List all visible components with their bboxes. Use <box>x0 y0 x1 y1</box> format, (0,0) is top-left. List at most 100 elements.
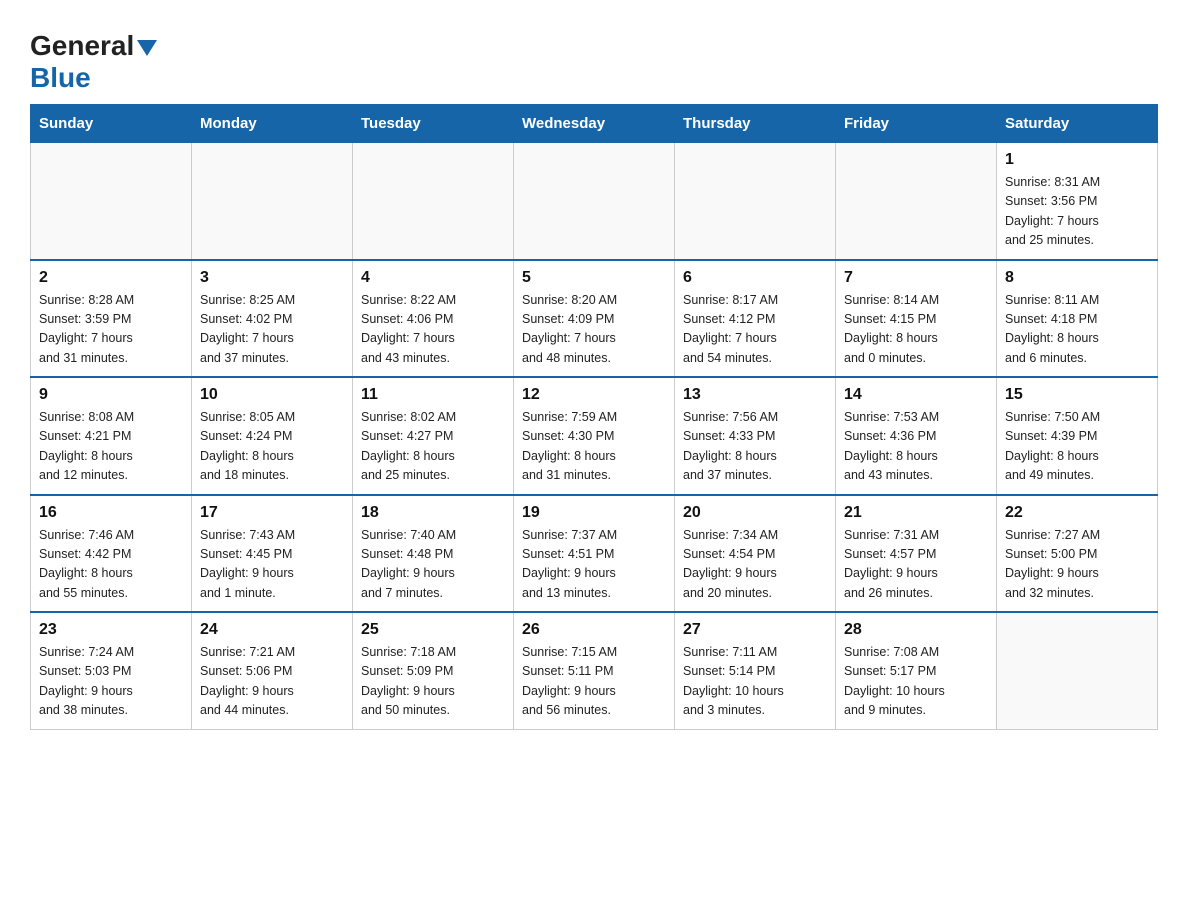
calendar-cell <box>836 143 997 260</box>
calendar-cell: 21 Sunrise: 7:31 AM Sunset: 4:57 PM Dayli… <box>836 495 997 613</box>
day-info: Sunrise: 7:24 AM Sunset: 5:03 PM Dayligh… <box>39 643 183 721</box>
weekday-header-row: SundayMondayTuesdayWednesdayThursdayFrid… <box>31 105 1158 143</box>
calendar-cell: 1 Sunrise: 8:31 AM Sunset: 3:56 PM Daylig… <box>997 143 1158 260</box>
calendar-cell: 8 Sunrise: 8:11 AM Sunset: 4:18 PM Daylig… <box>997 260 1158 378</box>
calendar-cell: 26 Sunrise: 7:15 AM Sunset: 5:11 PM Dayli… <box>514 612 675 729</box>
day-info: Sunrise: 7:50 AM Sunset: 4:39 PM Dayligh… <box>1005 408 1149 486</box>
day-info: Sunrise: 8:08 AM Sunset: 4:21 PM Dayligh… <box>39 408 183 486</box>
day-number: 21 <box>844 504 988 522</box>
calendar-week-row: 16 Sunrise: 7:46 AM Sunset: 4:42 PM Dayli… <box>31 495 1158 613</box>
logo-triangle-icon <box>137 40 157 56</box>
day-info: Sunrise: 7:08 AM Sunset: 5:17 PM Dayligh… <box>844 643 988 721</box>
day-info: Sunrise: 7:53 AM Sunset: 4:36 PM Dayligh… <box>844 408 988 486</box>
calendar-table: SundayMondayTuesdayWednesdayThursdayFrid… <box>30 104 1158 730</box>
day-number: 26 <box>522 621 666 639</box>
calendar-cell: 13 Sunrise: 7:56 AM Sunset: 4:33 PM Dayli… <box>675 377 836 495</box>
day-number: 16 <box>39 504 183 522</box>
calendar-cell: 14 Sunrise: 7:53 AM Sunset: 4:36 PM Dayli… <box>836 377 997 495</box>
calendar-cell: 11 Sunrise: 8:02 AM Sunset: 4:27 PM Dayli… <box>353 377 514 495</box>
weekday-header-monday: Monday <box>192 105 353 143</box>
day-number: 3 <box>200 269 344 287</box>
weekday-header-tuesday: Tuesday <box>353 105 514 143</box>
calendar-cell <box>514 143 675 260</box>
weekday-header-thursday: Thursday <box>675 105 836 143</box>
day-info: Sunrise: 8:11 AM Sunset: 4:18 PM Dayligh… <box>1005 291 1149 369</box>
day-info: Sunrise: 8:02 AM Sunset: 4:27 PM Dayligh… <box>361 408 505 486</box>
day-info: Sunrise: 7:40 AM Sunset: 4:48 PM Dayligh… <box>361 526 505 604</box>
day-info: Sunrise: 7:34 AM Sunset: 4:54 PM Dayligh… <box>683 526 827 604</box>
day-number: 15 <box>1005 386 1149 404</box>
day-info: Sunrise: 8:22 AM Sunset: 4:06 PM Dayligh… <box>361 291 505 369</box>
calendar-cell: 22Sunrise: 7:27 AM Sunset: 5:00 PM Dayli… <box>997 495 1158 613</box>
day-number: 18 <box>361 504 505 522</box>
day-number: 11 <box>361 386 505 404</box>
day-info: Sunrise: 8:17 AM Sunset: 4:12 PM Dayligh… <box>683 291 827 369</box>
calendar-week-row: 2 Sunrise: 8:28 AM Sunset: 3:59 PM Daylig… <box>31 260 1158 378</box>
day-number: 12 <box>522 386 666 404</box>
day-number: 13 <box>683 386 827 404</box>
day-info: Sunrise: 7:46 AM Sunset: 4:42 PM Dayligh… <box>39 526 183 604</box>
day-info: Sunrise: 7:31 AM Sunset: 4:57 PM Dayligh… <box>844 526 988 604</box>
day-number: 4 <box>361 269 505 287</box>
day-number: 9 <box>39 386 183 404</box>
day-info: Sunrise: 8:14 AM Sunset: 4:15 PM Dayligh… <box>844 291 988 369</box>
calendar-cell <box>192 143 353 260</box>
day-info: Sunrise: 7:18 AM Sunset: 5:09 PM Dayligh… <box>361 643 505 721</box>
day-number: 2 <box>39 269 183 287</box>
calendar-week-row: 1 Sunrise: 8:31 AM Sunset: 3:56 PM Daylig… <box>31 143 1158 260</box>
calendar-cell: 2 Sunrise: 8:28 AM Sunset: 3:59 PM Daylig… <box>31 260 192 378</box>
day-number: 17 <box>200 504 344 522</box>
day-info: Sunrise: 7:21 AM Sunset: 5:06 PM Dayligh… <box>200 643 344 721</box>
weekday-header-friday: Friday <box>836 105 997 143</box>
day-info: Sunrise: 7:11 AM Sunset: 5:14 PM Dayligh… <box>683 643 827 721</box>
calendar-week-row: 23 Sunrise: 7:24 AM Sunset: 5:03 PM Dayli… <box>31 612 1158 729</box>
calendar-cell: 20Sunrise: 7:34 AM Sunset: 4:54 PM Dayli… <box>675 495 836 613</box>
calendar-cell: 16 Sunrise: 7:46 AM Sunset: 4:42 PM Dayli… <box>31 495 192 613</box>
calendar-cell: 23 Sunrise: 7:24 AM Sunset: 5:03 PM Dayli… <box>31 612 192 729</box>
day-number: 22 <box>1005 504 1149 522</box>
day-info: Sunrise: 8:28 AM Sunset: 3:59 PM Dayligh… <box>39 291 183 369</box>
calendar-cell: 7 Sunrise: 8:14 AM Sunset: 4:15 PM Daylig… <box>836 260 997 378</box>
day-number: 1 <box>1005 151 1149 169</box>
day-number: 5 <box>522 269 666 287</box>
calendar-cell: 19 Sunrise: 7:37 AM Sunset: 4:51 PM Dayli… <box>514 495 675 613</box>
day-info: Sunrise: 8:31 AM Sunset: 3:56 PM Dayligh… <box>1005 173 1149 251</box>
day-number: 8 <box>1005 269 1149 287</box>
day-info: Sunrise: 8:25 AM Sunset: 4:02 PM Dayligh… <box>200 291 344 369</box>
calendar-cell <box>353 143 514 260</box>
day-info: Sunrise: 7:59 AM Sunset: 4:30 PM Dayligh… <box>522 408 666 486</box>
calendar-cell: 25 Sunrise: 7:18 AM Sunset: 5:09 PM Dayli… <box>353 612 514 729</box>
day-number: 25 <box>361 621 505 639</box>
day-number: 7 <box>844 269 988 287</box>
calendar-cell: 4 Sunrise: 8:22 AM Sunset: 4:06 PM Daylig… <box>353 260 514 378</box>
day-number: 24 <box>200 621 344 639</box>
logo-blue-text: Blue <box>30 62 91 94</box>
day-number: 28 <box>844 621 988 639</box>
day-info: Sunrise: 7:15 AM Sunset: 5:11 PM Dayligh… <box>522 643 666 721</box>
weekday-header-wednesday: Wednesday <box>514 105 675 143</box>
day-number: 19 <box>522 504 666 522</box>
calendar-cell <box>675 143 836 260</box>
calendar-cell: 28 Sunrise: 7:08 AM Sunset: 5:17 PM Dayli… <box>836 612 997 729</box>
calendar-cell: 6 Sunrise: 8:17 AM Sunset: 4:12 PM Daylig… <box>675 260 836 378</box>
day-number: 23 <box>39 621 183 639</box>
calendar-cell: 9 Sunrise: 8:08 AM Sunset: 4:21 PM Daylig… <box>31 377 192 495</box>
day-info: Sunrise: 7:37 AM Sunset: 4:51 PM Dayligh… <box>522 526 666 604</box>
calendar-cell: 12 Sunrise: 7:59 AM Sunset: 4:30 PM Dayli… <box>514 377 675 495</box>
calendar-cell: 10Sunrise: 8:05 AM Sunset: 4:24 PM Dayli… <box>192 377 353 495</box>
day-info: Sunrise: 7:56 AM Sunset: 4:33 PM Dayligh… <box>683 408 827 486</box>
day-info: Sunrise: 8:05 AM Sunset: 4:24 PM Dayligh… <box>200 408 344 486</box>
logo: General Blue <box>30 30 157 94</box>
calendar-cell: 27 Sunrise: 7:11 AM Sunset: 5:14 PM Dayli… <box>675 612 836 729</box>
day-number: 6 <box>683 269 827 287</box>
calendar-cell <box>31 143 192 260</box>
calendar-cell: 3 Sunrise: 8:25 AM Sunset: 4:02 PM Daylig… <box>192 260 353 378</box>
day-number: 14 <box>844 386 988 404</box>
calendar-cell: 17Sunrise: 7:43 AM Sunset: 4:45 PM Dayli… <box>192 495 353 613</box>
calendar-cell: 24 Sunrise: 7:21 AM Sunset: 5:06 PM Dayli… <box>192 612 353 729</box>
calendar-cell: 18 Sunrise: 7:40 AM Sunset: 4:48 PM Dayli… <box>353 495 514 613</box>
day-info: Sunrise: 8:20 AM Sunset: 4:09 PM Dayligh… <box>522 291 666 369</box>
logo-general-text: General <box>30 30 134 62</box>
day-number: 27 <box>683 621 827 639</box>
weekday-header-sunday: Sunday <box>31 105 192 143</box>
